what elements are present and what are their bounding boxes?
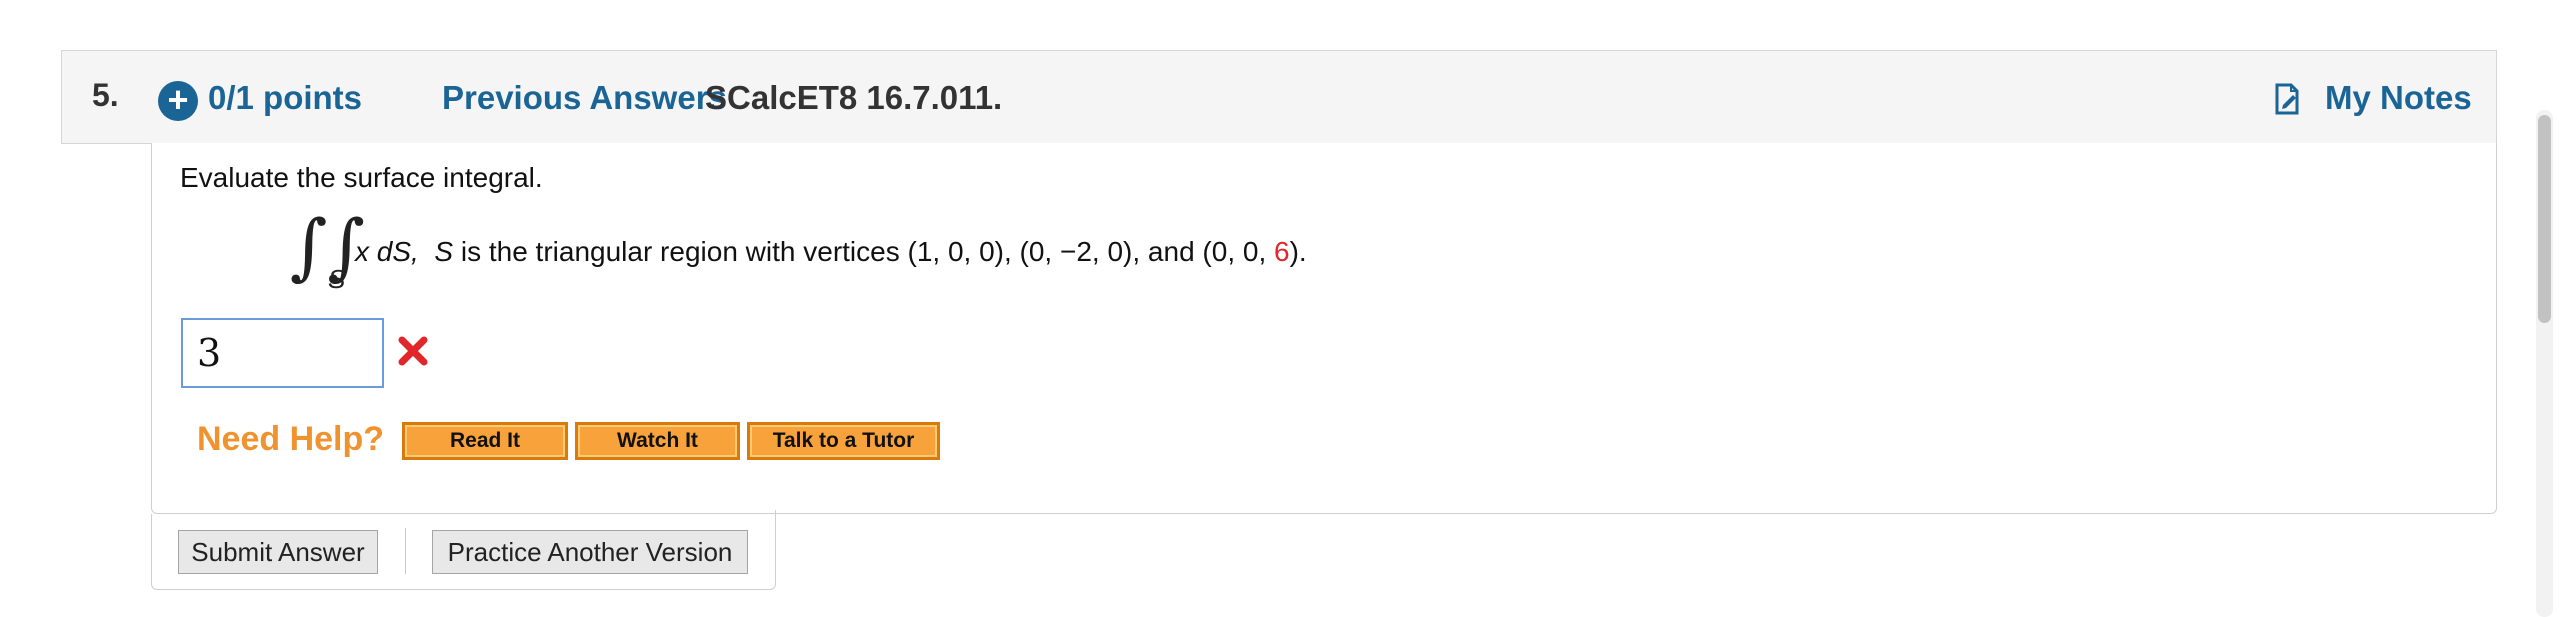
read-it-button[interactable]: Read It (402, 422, 568, 460)
integral-formula: x dS, S is the triangular region with ve… (355, 236, 1307, 268)
incorrect-x-icon (398, 336, 428, 366)
notes-icon[interactable] (2274, 83, 2300, 115)
question-code: SCalcET8 16.7.011. (705, 79, 1003, 116)
question-prompt: Evaluate the surface integral. (180, 162, 543, 193)
question-header: 5. + 0/1 points Previous Answers SCalcET… (61, 50, 2497, 144)
plus-circle-icon[interactable]: + (158, 81, 198, 121)
need-help-label: Need Help? (197, 420, 385, 458)
integral-subscript: S (328, 264, 346, 294)
watch-it-button[interactable]: Watch It (575, 422, 740, 460)
divider (405, 528, 406, 574)
points-link[interactable]: 0/1 points (208, 79, 362, 117)
question-number: 5. (92, 77, 119, 113)
my-notes-link[interactable]: My Notes (2325, 79, 2472, 117)
talk-to-tutor-button[interactable]: Talk to a Tutor (747, 422, 940, 460)
randomized-value: 6 (1274, 236, 1290, 267)
formula-end: ). (1289, 236, 1307, 267)
practice-another-version-button[interactable]: Practice Another Version (432, 530, 748, 574)
formula-text: is the triangular region with vertices (… (453, 236, 1275, 267)
surface-symbol: S (434, 236, 454, 267)
divider (775, 510, 776, 515)
integrand: x dS, (355, 236, 419, 267)
scrollbar-thumb[interactable] (2538, 115, 2551, 323)
submit-answer-button[interactable]: Submit Answer (178, 530, 378, 574)
previous-answers-link[interactable]: Previous Answers (442, 79, 727, 117)
answer-input[interactable] (181, 318, 384, 388)
